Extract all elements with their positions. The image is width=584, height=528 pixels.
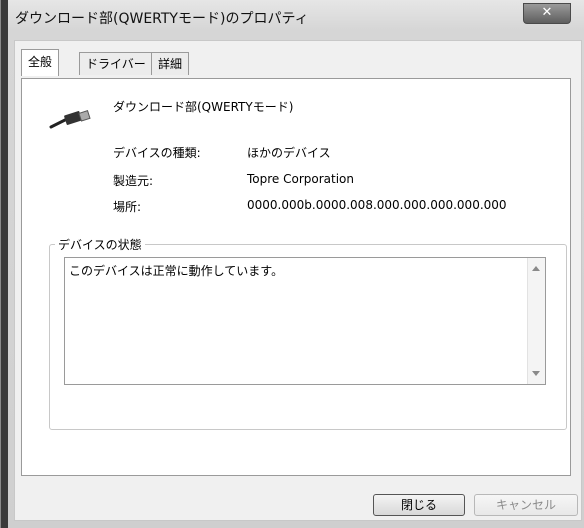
device-status-group-label: デバイスの状態 (55, 236, 145, 253)
tab-details[interactable]: 詳細 (151, 52, 190, 75)
device-name: ダウンロード部(QWERTYモード) (113, 100, 294, 114)
scroll-down-arrow-icon[interactable] (532, 371, 540, 376)
location-label: 場所: (113, 200, 142, 214)
tab-general[interactable]: 全般 (21, 49, 60, 76)
window-title: ダウンロード部(QWERTYモード)のプロパティ (15, 11, 309, 27)
location-value: 0000.000b.0000.008.000.000.000.000.000 (247, 198, 507, 212)
status-scrollbar[interactable] (527, 258, 545, 384)
window-left-edge (1, 0, 8, 528)
device-type-value: ほかのデバイス (247, 146, 331, 160)
tab-driver[interactable]: ドライバー (79, 52, 153, 75)
close-icon: ✕ (541, 5, 553, 20)
close-button[interactable]: 閉じる (373, 494, 465, 516)
manufacturer-label: 製造元: (113, 174, 154, 188)
device-type-label: デバイスの種類: (113, 146, 201, 160)
cancel-button[interactable]: キャンセル (474, 494, 578, 516)
device-status-textbox[interactable]: このデバイスは正常に動作しています。 (64, 257, 546, 385)
usb-plug-icon (47, 110, 91, 135)
manufacturer-value: Topre Corporation (247, 172, 355, 186)
device-status-text: このデバイスは正常に動作しています。 (69, 264, 284, 278)
close-window-button[interactable]: ✕ (523, 3, 571, 24)
scroll-up-arrow-icon[interactable] (532, 266, 540, 271)
properties-dialog: ダウンロード部(QWERTYモード)のプロパティ ✕ 全般 ドライバー 詳細 ダ… (0, 0, 584, 528)
